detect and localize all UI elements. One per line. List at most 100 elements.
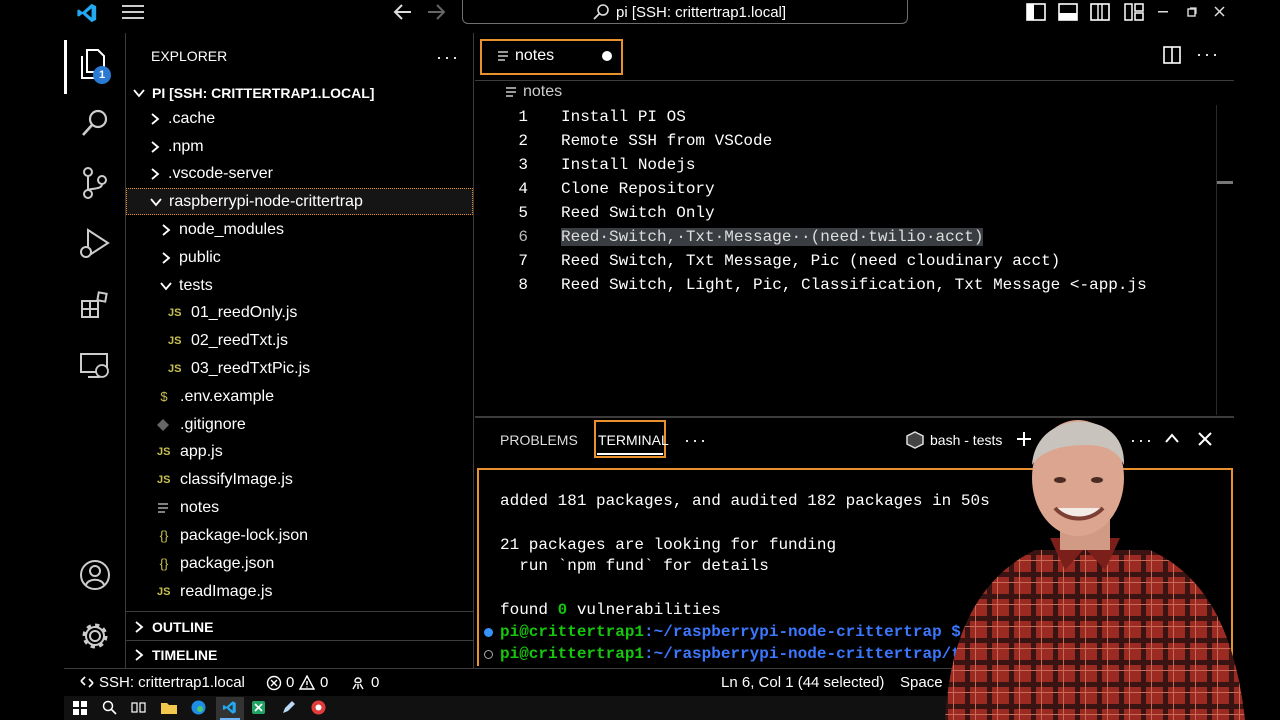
tree-label: package.json [180,554,275,572]
code-line[interactable]: 3 Install Nodejs [475,153,695,177]
account-icon[interactable] [64,555,125,595]
tree-file-readimage[interactable]: JS readImage.js [126,578,473,605]
forward-arrow-icon[interactable] [426,3,446,21]
unsaved-dot-icon[interactable] [602,51,612,61]
outline-section[interactable]: OUTLINE [126,613,473,640]
toggle-primary-sidebar-icon[interactable] [1026,3,1046,21]
explorer-title: EXPLORER [151,48,228,64]
tree-label: raspberrypi-node-crittertrap [169,192,363,210]
split-editor-icon[interactable] [1163,46,1181,64]
tree-folder-vscode-server[interactable]: .vscode-server [126,160,473,187]
tree-label: .gitignore [180,415,246,433]
customize-layout-icon[interactable] [1124,3,1144,21]
remote-status[interactable]: SSH: crittertrap1.local [99,674,245,691]
panel-more-icon[interactable]: ··· [684,430,708,451]
windows-start-icon[interactable] [73,701,87,715]
command-decoration-icon[interactable] [484,650,493,659]
source-control-icon[interactable] [64,163,125,203]
extensions-icon[interactable] [64,285,125,325]
tree-folder-public[interactable]: public [126,244,473,271]
line-number: 4 [518,180,528,198]
chevron-right-icon [151,167,160,180]
remote-explorer-icon[interactable] [64,346,125,386]
code-line-selected[interactable]: 6 Reed·Switch,·Txt·Message··(need·twilio·… [475,225,984,249]
ports-icon[interactable] [350,675,366,691]
workspace-root-label: PI [SSH: CRITTERTRAP1.LOCAL] [152,84,375,101]
workspace-root[interactable]: PI [SSH: CRITTERTRAP1.LOCAL] [126,79,473,106]
tree-file-03-reedtxtpic[interactable]: JS 03_reedTxtPic.js [126,355,473,382]
tree-file-package-lock[interactable]: {} package-lock.json [126,522,473,549]
remote-icon[interactable] [80,675,94,689]
pen-app-icon[interactable] [281,700,296,715]
search-view-icon[interactable] [64,103,125,143]
prompt-user: pi@crittertrap1 [500,623,645,641]
tree-file-env-example[interactable]: $ .env.example [126,383,473,410]
warning-icon[interactable] [299,675,315,691]
record-app-icon[interactable] [311,700,326,715]
chevron-right-icon [162,223,171,236]
code-line[interactable]: 7 Reed Switch, Txt Message, Pic (need clo… [475,249,1060,273]
tree-file-notes[interactable]: notes [126,494,473,521]
command-decoration-icon[interactable] [484,628,493,637]
line-number: 2 [518,132,528,150]
error-count[interactable]: 0 [286,674,294,691]
close-window-icon[interactable] [1214,6,1225,17]
error-icon[interactable] [266,675,282,691]
timeline-section[interactable]: TIMELINE [126,641,473,668]
terminal-text: found [500,601,558,619]
tree-file-classifyimage[interactable]: JS classifyImage.js [126,466,473,493]
vulnerability-count: 0 [557,601,568,619]
run-debug-icon[interactable] [64,223,125,263]
search-text: pi [SSH: crittertrap1.local] [616,4,787,21]
minimize-icon[interactable] [1158,10,1168,14]
tree-file-package-json[interactable]: {} package.json [126,550,473,577]
tree-file-gitignore[interactable]: .gitignore [126,411,473,438]
line-text: Clone Repository [561,180,715,198]
toggle-secondary-sidebar-icon[interactable] [1090,3,1110,21]
tree-file-02-reedtxt[interactable]: JS 02_reedTxt.js [126,327,473,354]
tree-folder-npm[interactable]: .npm [126,133,473,160]
breadcrumb[interactable]: notes [523,83,562,101]
line-text: Remote SSH from VSCode [561,132,773,150]
restore-icon[interactable] [1187,7,1197,17]
tree-folder-node-modules[interactable]: node_modules [126,216,473,243]
menu-icon[interactable] [122,4,144,20]
code-line[interactable]: 2 Remote SSH from VSCode [475,129,772,153]
json-file-icon: {} [159,528,169,543]
code-line[interactable]: 4 Clone Repository [475,177,714,201]
terminal-line: added 181 packages, and audited 182 pack… [500,492,990,510]
chevron-right-icon [151,140,160,153]
minimap-marker [1217,181,1233,184]
edge-browser-icon[interactable] [191,700,206,715]
tree-folder-cache[interactable]: .cache [126,105,473,132]
code-line[interactable]: 1 Install PI OS [475,105,685,129]
tree-folder-tests[interactable]: tests [126,272,473,299]
code-line[interactable]: 5 Reed Switch Only [475,201,714,225]
tree-file-app-js[interactable]: JS app.js [126,438,473,465]
warning-count[interactable]: 0 [320,674,328,691]
tree-file-01-reedonly[interactable]: JS 01_reedOnly.js [126,299,473,326]
file-explorer-icon[interactable] [161,701,177,714]
tree-folder-crittertrap[interactable]: raspberrypi-node-crittertrap [126,188,473,215]
terminal-icon [906,431,924,449]
back-arrow-icon[interactable] [393,3,413,21]
tab-problems[interactable]: PROBLEMS [500,432,578,448]
taskbar-search-icon[interactable] [102,700,117,715]
code-line[interactable]: 8 Reed Switch, Light, Pic, Classification… [475,273,1146,297]
terminal-prompt-line: pi@crittertrap1:~/raspberrypi-node-critt… [500,645,970,663]
spreadsheet-app-icon[interactable] [251,700,266,715]
tree-label: .vscode-server [168,164,273,182]
json-file-icon: {} [159,556,169,571]
js-file-icon: JS [168,334,182,347]
cursor-position[interactable]: Ln 6, Col 1 (44 selected) [721,674,884,691]
toggle-panel-icon[interactable] [1058,3,1078,21]
editor-scrollbar-track[interactable] [1216,105,1217,415]
ports-count[interactable]: 0 [371,674,379,691]
js-file-icon: JS [157,445,171,458]
explorer-more-icon[interactable]: ··· [436,47,460,68]
settings-gear-icon[interactable] [64,616,125,656]
tree-label: 03_reedTxtPic.js [191,359,311,377]
task-view-icon[interactable] [131,700,146,715]
editor-more-icon[interactable]: ··· [1196,44,1220,65]
line-text: Install PI OS [561,108,686,126]
